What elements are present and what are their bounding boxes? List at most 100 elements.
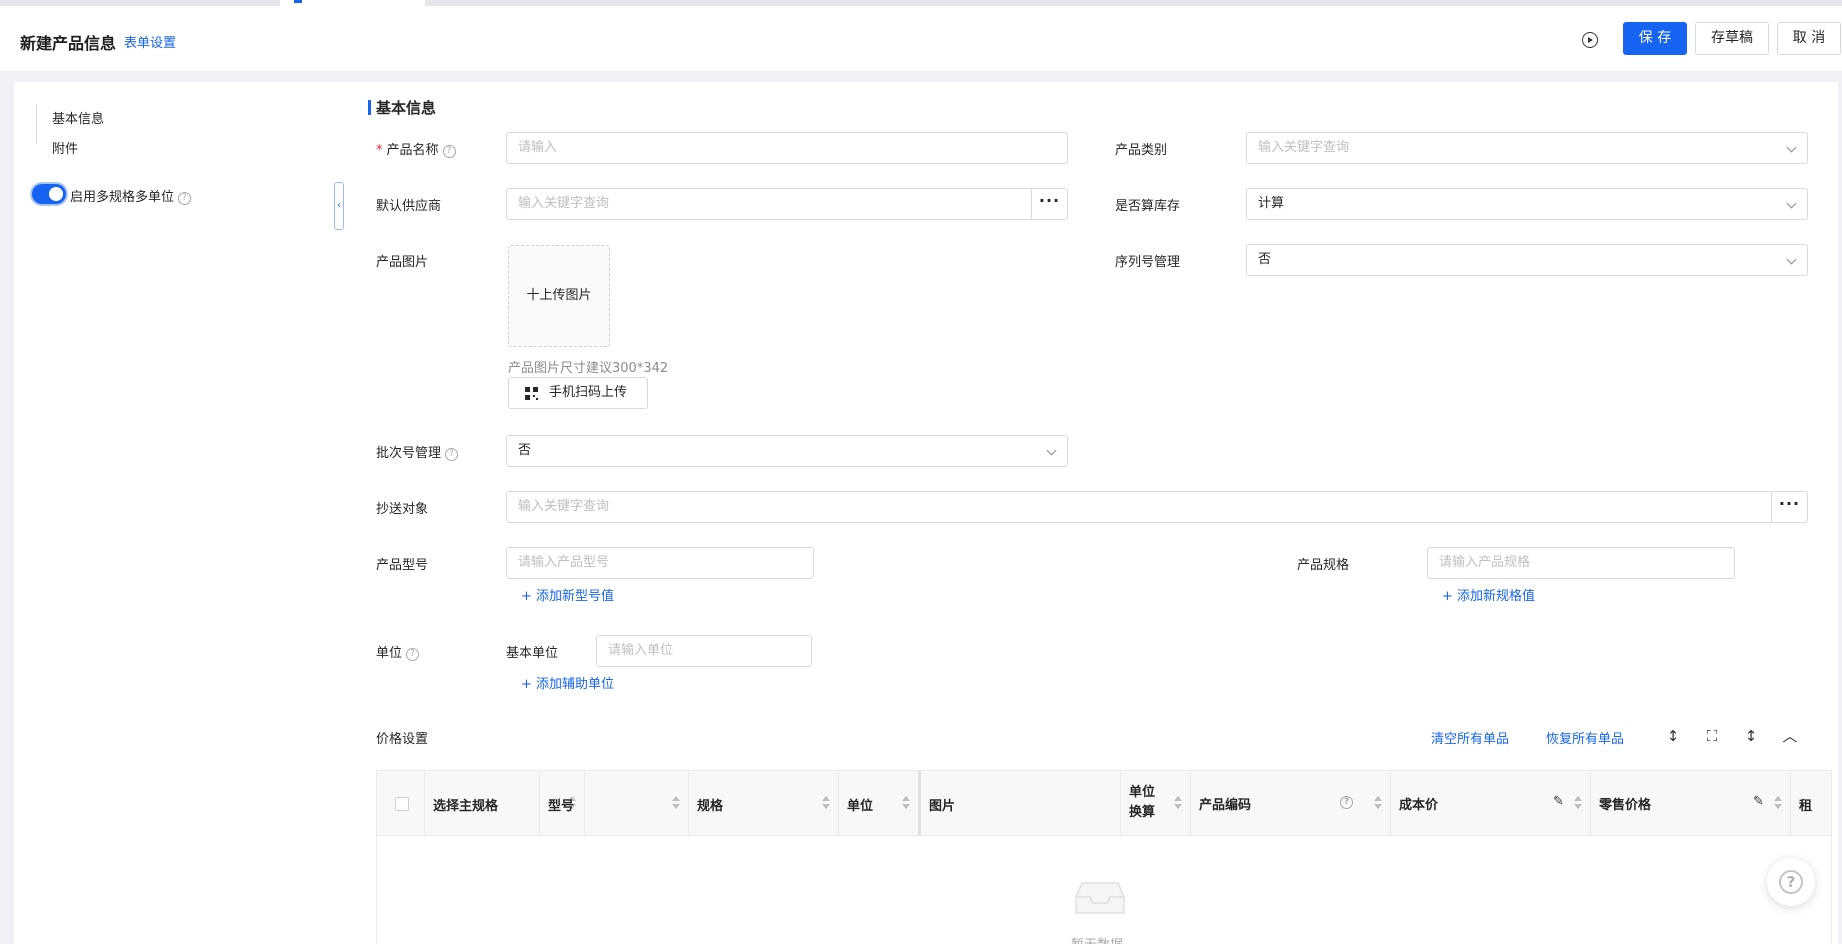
add-spec-value-link[interactable]: + 添加新规格值 — [1442, 585, 1535, 604]
column-header[interactable]: 租 — [1791, 771, 1831, 836]
batch-management-select[interactable]: 否 — [506, 435, 1068, 467]
cc-target-label: 抄送对象 — [376, 502, 429, 517]
floating-help-button[interactable]: ? — [1767, 858, 1815, 906]
chevron-down-icon — [1046, 445, 1057, 456]
scan-upload-button[interactable]: 手机扫码上传 — [508, 377, 648, 409]
save-draft-button[interactable]: 存草稿 — [1695, 22, 1769, 55]
question-icon: ? — [1779, 870, 1803, 894]
serial-management-label: 序列号管理 — [1115, 255, 1181, 270]
row-height-icon[interactable]: ↕ — [1664, 727, 1682, 745]
help-icon[interactable]: ? — [442, 145, 456, 158]
column-label-line: 单位 — [1129, 785, 1156, 800]
default-supplier-input[interactable]: 输入关键字查询 ··· — [506, 188, 1068, 220]
sidebar-anchor-line — [36, 104, 37, 144]
play-icon[interactable] — [1582, 32, 1598, 48]
batch-management-value: 否 — [518, 443, 532, 458]
column-header[interactable]: 成本价 ✎ — [1391, 771, 1591, 836]
sort-icon[interactable] — [1574, 796, 1582, 810]
column-label: 成本价 — [1399, 798, 1439, 813]
serial-management-select[interactable]: 否 — [1246, 244, 1808, 276]
default-supplier-label: 默认供应商 — [376, 199, 442, 214]
column-header[interactable]: 图片 — [921, 771, 1121, 836]
more-icon[interactable]: ··· — [1771, 492, 1807, 522]
save-button[interactable]: 保 存 — [1623, 22, 1687, 55]
column-label: 选择主规格 — [433, 799, 499, 814]
restore-all-items-link[interactable]: 恢复所有单品 — [1546, 728, 1624, 747]
form-settings-link[interactable]: 表单设置 — [124, 32, 176, 51]
count-inventory-label: 是否算库存 — [1115, 199, 1181, 214]
sort-icon[interactable] — [822, 796, 830, 810]
sort-icon[interactable] — [1774, 796, 1782, 810]
multi-spec-toggle[interactable] — [32, 184, 66, 204]
column-label: 单位 换算 — [1129, 783, 1155, 823]
product-model-input[interactable]: 请输入产品型号 — [506, 547, 814, 579]
page-title: 新建产品信息 — [20, 34, 117, 53]
clear-all-items-link[interactable]: 清空所有单品 — [1431, 728, 1509, 747]
product-name-label: 产品名称 — [386, 143, 439, 158]
cancel-button[interactable]: 取 消 — [1777, 22, 1841, 55]
product-model-label: 产品型号 — [376, 558, 429, 573]
unit-label: 单位 — [376, 646, 403, 661]
column-label: 规格 — [697, 799, 724, 814]
product-category-label: 产品类别 — [1115, 143, 1168, 158]
add-model-value-link[interactable]: + 添加新型号值 — [521, 585, 614, 604]
more-icon[interactable]: ··· — [1031, 189, 1067, 219]
main-form: 基本信息 * 产品名称? 请输入 产品类别 输入关键字查询 默认供应商 输入关键字… — [344, 82, 1842, 944]
help-icon[interactable]: ? — [1340, 796, 1353, 809]
sort-icon[interactable] — [1174, 796, 1182, 810]
table-header-checkbox-cell — [377, 771, 425, 836]
column-header[interactable]: 型号 — [539, 771, 689, 836]
product-name-input[interactable]: 请输入 — [506, 132, 1068, 164]
base-unit-input[interactable]: 请输入单位 — [596, 635, 812, 667]
cc-target-placeholder: 输入关键字查询 — [518, 499, 610, 514]
default-supplier-placeholder: 输入关键字查询 — [518, 196, 610, 211]
select-all-checkbox[interactable] — [395, 797, 409, 811]
column-label-line: 换算 — [1129, 805, 1156, 820]
fullscreen-icon[interactable]: ⛶ — [1703, 727, 1721, 745]
sort-icon[interactable] — [902, 796, 910, 810]
add-auxiliary-unit-link[interactable]: + 添加辅助单位 — [521, 673, 614, 692]
product-category-select[interactable]: 输入关键字查询 — [1246, 132, 1808, 164]
help-icon[interactable]: ? — [445, 448, 459, 461]
column-label: 产品编码 — [1199, 798, 1252, 813]
page-scrollbar[interactable] — [1838, 82, 1842, 944]
serial-management-value: 否 — [1258, 252, 1272, 267]
column-header[interactable]: 产品编码? — [1191, 771, 1391, 836]
column-header[interactable]: 单位 换算 — [1121, 771, 1191, 836]
product-category-placeholder: 输入关键字查询 — [1258, 140, 1350, 155]
help-icon[interactable]: ? — [178, 192, 192, 205]
qr-code-icon — [525, 387, 538, 400]
chevron-down-icon — [1786, 142, 1797, 153]
product-spec-input[interactable]: 请输入产品规格 — [1427, 547, 1735, 579]
base-unit-label: 基本单位 — [506, 646, 559, 661]
column-label: 零售价格 — [1599, 798, 1652, 813]
empty-state-text: 暂无数据 — [1071, 934, 1123, 944]
price-settings-title: 价格设置 — [376, 732, 429, 747]
collapse-sidebar-button[interactable]: ‹ — [334, 182, 344, 230]
chevron-down-icon — [1786, 198, 1797, 209]
column-header[interactable]: 零售价格 ✎ — [1591, 771, 1791, 836]
sort-icon[interactable] — [672, 796, 680, 810]
sidebar-item-attachments[interactable]: 附件 — [52, 138, 78, 157]
expand-vertical-icon[interactable]: ↕ — [1742, 727, 1760, 745]
cc-target-input[interactable]: 输入关键字查询 ··· — [506, 491, 1808, 523]
empty-inbox-icon — [1075, 882, 1125, 914]
image-size-hint: 产品图片尺寸建议300*342 — [508, 361, 669, 376]
sidebar: 基本信息 附件 启用多规格多单位? — [14, 82, 344, 944]
sidebar-item-basic-info[interactable]: 基本信息 — [52, 108, 104, 127]
column-label: 图片 — [929, 799, 956, 814]
column-label: 租 — [1799, 799, 1813, 814]
edit-icon[interactable]: ✎ — [1553, 795, 1567, 809]
chevron-up-icon[interactable]: ︿ — [1781, 727, 1799, 745]
edit-icon[interactable]: ✎ — [1753, 795, 1767, 809]
batch-management-label: 批次号管理 — [376, 446, 442, 461]
sort-icon[interactable] — [1374, 796, 1382, 810]
count-inventory-select[interactable]: 计算 — [1246, 188, 1808, 220]
product-spec-label: 产品规格 — [1297, 558, 1350, 573]
column-label: 型号 — [548, 799, 575, 814]
column-header[interactable]: 规格 — [689, 771, 839, 836]
upload-image-button[interactable]: 十上传图片 — [508, 245, 610, 347]
column-header[interactable]: 单位 — [839, 771, 921, 836]
help-icon[interactable]: ? — [406, 648, 420, 661]
required-mark: * — [376, 143, 383, 158]
